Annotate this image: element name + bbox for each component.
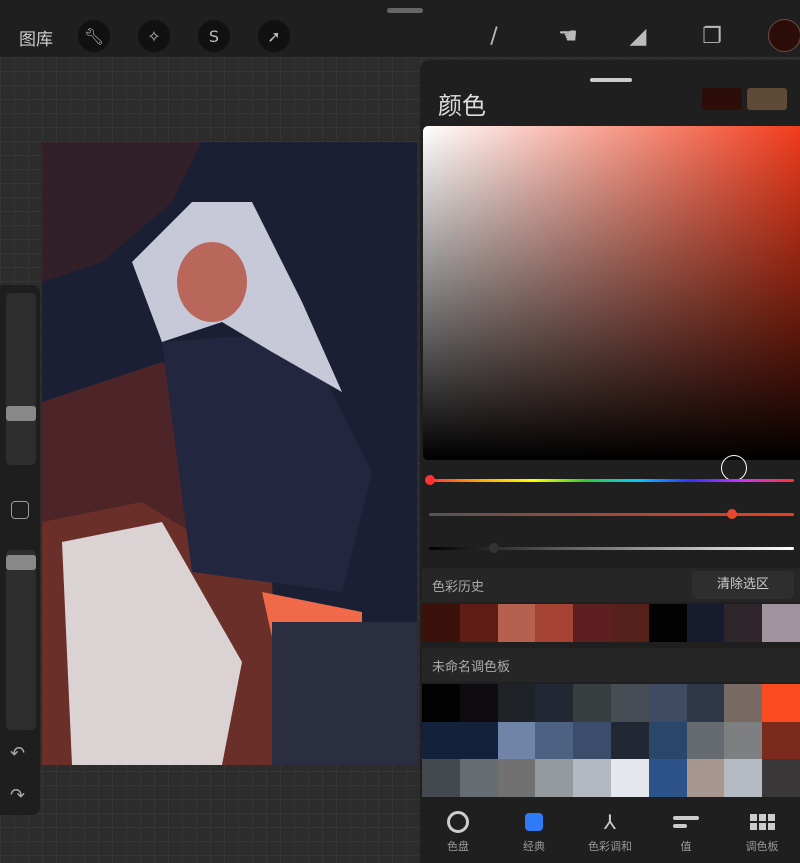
move-arrow-icon[interactable]: ➚ xyxy=(258,20,290,52)
history-swatch[interactable] xyxy=(762,604,800,642)
palette-swatch[interactable] xyxy=(535,721,574,760)
history-swatch[interactable] xyxy=(422,604,460,642)
tab-value[interactable]: 值 xyxy=(648,800,724,863)
left-sidebar: ↶ ↷ xyxy=(0,285,40,815)
wrench-icon[interactable]: 🔧︎ xyxy=(78,20,110,52)
palette-swatch[interactable] xyxy=(762,684,800,722)
palette-swatch[interactable] xyxy=(648,684,687,722)
palette-swatch[interactable] xyxy=(422,759,460,798)
tab-harmony[interactable]: ⅄ 色彩调和 xyxy=(572,800,648,863)
palette-swatch[interactable] xyxy=(573,721,611,760)
palette-swatch[interactable] xyxy=(459,759,498,798)
history-label: 色彩历史 xyxy=(432,580,485,595)
history-swatch[interactable] xyxy=(535,604,574,642)
palette-swatch[interactable] xyxy=(497,721,536,760)
palette-swatch[interactable] xyxy=(686,759,725,798)
opacity-slider[interactable] xyxy=(6,550,36,730)
drag-handle[interactable] xyxy=(387,8,423,13)
selection-icon[interactable]: S xyxy=(198,20,230,52)
slider-knob[interactable] xyxy=(6,406,36,421)
palette-swatch[interactable] xyxy=(724,721,763,760)
saturation-slider[interactable] xyxy=(429,509,794,519)
palette-swatch[interactable] xyxy=(648,759,687,798)
saturation-brightness-picker[interactable] xyxy=(423,126,800,481)
palette-swatch[interactable] xyxy=(610,684,649,722)
palette-swatch[interactable] xyxy=(610,759,649,798)
tab-classic[interactable]: 经典 xyxy=(496,800,572,863)
picker-cursor[interactable] xyxy=(721,455,747,481)
smudge-icon[interactable]: ☚ xyxy=(552,20,584,52)
palette-swatch[interactable] xyxy=(459,721,498,760)
undo-icon[interactable]: ↶ xyxy=(10,743,25,764)
history-swatches xyxy=(422,604,800,642)
panel-title: 颜色 xyxy=(438,92,486,120)
slider-thumb[interactable] xyxy=(727,509,737,519)
palette-swatch[interactable] xyxy=(762,721,800,760)
palette-swatch[interactable] xyxy=(535,684,574,722)
layers-icon[interactable]: ❐ xyxy=(696,20,728,52)
color-panel: 颜色 色彩历史 清除选区 未命名调色板 色盘 经典 ⅄ 色彩调和 值 调色板 xyxy=(420,60,800,863)
secondary-color-swatch[interactable] xyxy=(747,88,787,110)
palette-swatch[interactable] xyxy=(762,759,800,798)
brush-size-slider[interactable] xyxy=(6,293,36,465)
eraser-icon[interactable]: ◢ xyxy=(622,20,654,52)
clear-history-button[interactable]: 清除选区 xyxy=(692,571,794,599)
modify-button[interactable] xyxy=(11,501,29,519)
palette-swatch[interactable] xyxy=(459,684,498,722)
history-header: 色彩历史 清除选区 xyxy=(422,568,800,602)
tab-disc[interactable]: 色盘 xyxy=(420,800,496,863)
history-swatch[interactable] xyxy=(724,604,763,642)
history-swatch[interactable] xyxy=(686,604,725,642)
history-swatch[interactable] xyxy=(459,604,498,642)
slider-knob[interactable] xyxy=(6,555,36,570)
harmony-icon: ⅄ xyxy=(603,810,617,834)
slider-thumb[interactable] xyxy=(489,543,499,553)
palette-label: 未命名调色板 xyxy=(432,660,511,675)
artwork[interactable] xyxy=(42,142,417,765)
palette-header: 未命名调色板 xyxy=(422,648,800,682)
palette-swatch[interactable] xyxy=(535,759,574,798)
palette-swatch[interactable] xyxy=(573,759,611,798)
value-sliders-icon xyxy=(673,810,699,834)
palette-swatch[interactable] xyxy=(573,684,611,722)
palette-swatch[interactable] xyxy=(497,684,536,722)
palette-swatch[interactable] xyxy=(686,684,725,722)
current-color-button[interactable] xyxy=(768,19,800,52)
brightness-slider[interactable] xyxy=(429,543,794,553)
color-mode-tabs: 色盘 经典 ⅄ 色彩调和 值 调色板 xyxy=(420,800,800,863)
classic-square-icon xyxy=(525,810,543,834)
palette-swatch[interactable] xyxy=(724,759,763,798)
slider-thumb[interactable] xyxy=(425,475,435,485)
top-toolbar: 图库 🔧︎ ✧ S ➚ / ☚ ◢ ❐ xyxy=(0,0,800,57)
palette-grid-icon xyxy=(749,810,775,834)
history-swatch[interactable] xyxy=(573,604,611,642)
history-swatch[interactable] xyxy=(648,604,687,642)
palette-swatch[interactable] xyxy=(610,721,649,760)
palette-swatch[interactable] xyxy=(724,684,763,722)
brush-icon[interactable]: / xyxy=(478,20,510,52)
history-swatch[interactable] xyxy=(497,604,536,642)
palette-swatch[interactable] xyxy=(686,721,725,760)
palette-swatches xyxy=(422,684,800,798)
panel-handle[interactable] xyxy=(590,78,632,82)
magic-wand-icon[interactable]: ✧ xyxy=(138,20,170,52)
hue-slider[interactable] xyxy=(425,475,794,485)
history-swatch[interactable] xyxy=(610,604,649,642)
palette-swatch[interactable] xyxy=(648,721,687,760)
palette-swatch[interactable] xyxy=(422,721,460,760)
redo-icon[interactable]: ↷ xyxy=(10,785,25,806)
palette-swatch[interactable] xyxy=(422,684,460,722)
disc-icon xyxy=(447,810,469,834)
palette-swatch[interactable] xyxy=(497,759,536,798)
gallery-button[interactable]: 图库 xyxy=(19,25,53,50)
primary-color-swatch[interactable] xyxy=(702,88,742,110)
tab-palettes[interactable]: 调色板 xyxy=(724,800,800,863)
